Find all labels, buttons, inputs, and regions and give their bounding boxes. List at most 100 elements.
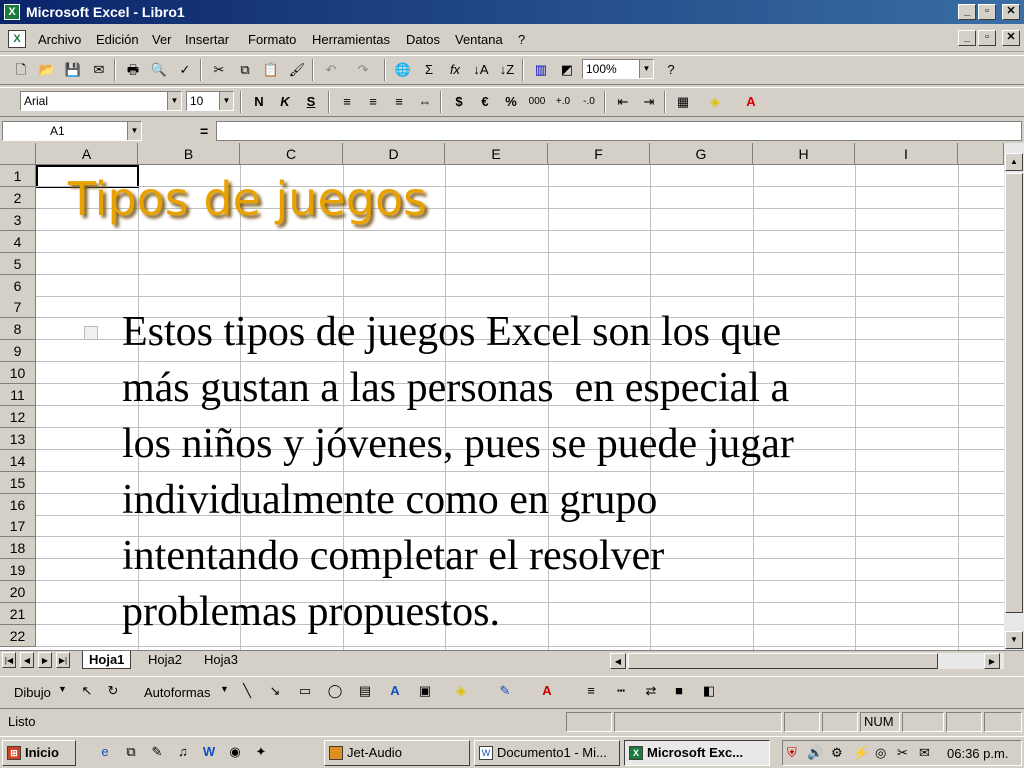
sheet-tab-hoja3[interactable]: Hoja3 (198, 651, 244, 669)
column-header[interactable]: A (36, 143, 138, 165)
paste-icon[interactable]: 📋 (260, 59, 282, 81)
hyperlink-icon[interactable]: 🌐 (392, 59, 414, 81)
row-header[interactable]: 4 (0, 231, 36, 253)
3d-icon[interactable]: ◧ (698, 680, 720, 702)
scroll-right-icon[interactable]: ▶ (984, 653, 1000, 669)
menu-archivo[interactable]: Archivo (38, 32, 81, 47)
menu-formato[interactable]: Formato (248, 32, 296, 47)
clipart-icon[interactable]: ▣ (414, 680, 436, 702)
row-header[interactable]: 13 (0, 428, 36, 450)
doc-minimize-button[interactable]: _ (958, 30, 976, 46)
autosum-icon[interactable]: Σ (418, 59, 440, 81)
chevron-down-icon[interactable]: ▼ (127, 122, 141, 140)
menu-herramientas[interactable]: Herramientas (312, 32, 390, 47)
redo-icon[interactable]: ↷ (352, 59, 374, 81)
row-header[interactable]: 19 (0, 559, 36, 581)
column-header[interactable]: E (445, 143, 548, 165)
workbook-icon[interactable]: X (8, 30, 26, 48)
fill-color-icon[interactable]: ◈ (450, 680, 472, 702)
increase-indent-icon[interactable]: ⇥ (638, 91, 660, 113)
start-button[interactable]: ⊞ Inicio (2, 740, 76, 766)
help-icon[interactable]: ? (660, 59, 682, 81)
open-icon[interactable]: 📂 (36, 59, 58, 81)
select-all-corner[interactable] (0, 143, 36, 165)
line-style-icon[interactable]: ≡ (580, 680, 602, 702)
desktop-icon[interactable]: ✎ (146, 741, 168, 763)
dibujo-menu[interactable]: Dibujo (14, 685, 51, 700)
tray-icon[interactable]: ⚡ (853, 745, 869, 761)
menu-ver[interactable]: Ver (152, 32, 172, 47)
clock[interactable]: 06:36 p.m. (947, 746, 1008, 761)
column-header-partial[interactable] (958, 143, 1004, 165)
row-header[interactable]: 1 (0, 165, 36, 187)
vertical-scrollbar[interactable]: ▲ ▼ (1004, 143, 1024, 650)
row-header[interactable]: 10 (0, 362, 36, 384)
volume-icon[interactable]: 🔊 (807, 745, 823, 761)
menu-insertar[interactable]: Insertar (185, 32, 229, 47)
hscroll-thumb[interactable] (628, 653, 938, 669)
first-sheet-icon[interactable]: |◀ (2, 652, 16, 668)
save-icon[interactable]: 💾 (62, 59, 84, 81)
dash-style-icon[interactable]: ┅ (610, 680, 632, 702)
size-select[interactable]: 10 ▼ (186, 91, 234, 111)
font-select[interactable]: Arial ▼ (20, 91, 182, 111)
horizontal-scrollbar[interactable]: ◀ ▶ (610, 653, 1004, 669)
column-header[interactable]: C (240, 143, 343, 165)
percent-button[interactable]: % (500, 91, 522, 113)
spelling-icon[interactable]: ✓ (174, 59, 196, 81)
row-header[interactable]: 3 (0, 209, 36, 231)
restore-button[interactable]: ▫ (978, 4, 996, 20)
row-header[interactable]: 14 (0, 450, 36, 472)
undo-icon[interactable]: ↶ (320, 59, 342, 81)
next-sheet-icon[interactable]: ▶ (38, 652, 52, 668)
zoom-select[interactable]: 100% ▼ (582, 59, 654, 79)
sort-descending-icon[interactable]: ↓Z (496, 59, 518, 81)
last-sheet-icon[interactable]: ▶| (56, 652, 70, 668)
row-header[interactable]: 7 (0, 296, 36, 318)
sort-ascending-icon[interactable]: ↓A (470, 59, 492, 81)
line-color-icon[interactable]: ✎ (494, 680, 516, 702)
row-header[interactable]: 11 (0, 384, 36, 406)
quicklaunch-icon-3[interactable]: ✦ (250, 741, 272, 763)
close-button[interactable]: ✕ (1002, 4, 1020, 20)
menu-help[interactable]: ? (518, 32, 525, 47)
arrow-icon[interactable]: ↘ (264, 680, 286, 702)
row-header[interactable]: 2 (0, 187, 36, 209)
row-header[interactable]: 9 (0, 340, 36, 362)
doc-restore-button[interactable]: ▫ (978, 30, 996, 46)
name-box[interactable]: A1 ▼ (2, 121, 142, 141)
font-color-icon[interactable]: A (740, 91, 762, 113)
chart-wizard-icon[interactable]: ▥ (530, 59, 552, 81)
italic-button[interactable]: K (274, 91, 296, 113)
merge-center-icon[interactable]: ⇔ (414, 91, 436, 113)
row-header[interactable]: 22 (0, 625, 36, 647)
column-header[interactable]: D (343, 143, 445, 165)
new-icon[interactable]: 🗋 (10, 59, 32, 81)
menu-edicion[interactable]: Edición (96, 32, 139, 47)
scroll-down-icon[interactable]: ▼ (1005, 631, 1023, 649)
underline-button[interactable]: S (300, 91, 322, 113)
rectangle-icon[interactable]: ▭ (294, 680, 316, 702)
select-pointer-icon[interactable]: ↖ (76, 680, 98, 702)
row-header[interactable]: 18 (0, 537, 36, 559)
bold-button[interactable]: N (248, 91, 270, 113)
sheet-tab-hoja1[interactable]: Hoja1 (82, 651, 132, 669)
outlook-icon[interactable]: ⧉ (120, 741, 142, 763)
quicklaunch-icon[interactable]: ♫ (172, 741, 194, 763)
row-header[interactable]: 15 (0, 472, 36, 494)
email-icon[interactable]: ✉ (88, 59, 110, 81)
function-icon[interactable]: fx (444, 59, 466, 81)
row-header[interactable]: 17 (0, 515, 36, 537)
euro-button[interactable]: € (474, 91, 496, 113)
copy-icon[interactable]: ⧉ (234, 59, 256, 81)
line-icon[interactable]: ╲ (236, 680, 258, 702)
align-left-icon[interactable]: ≡ (336, 91, 358, 113)
font-color-icon[interactable]: A (536, 680, 558, 702)
align-right-icon[interactable]: ≡ (388, 91, 410, 113)
wordart-icon[interactable]: A (384, 680, 406, 702)
menu-datos[interactable]: Datos (406, 32, 440, 47)
row-header[interactable]: 12 (0, 406, 36, 428)
column-header[interactable]: H (753, 143, 855, 165)
tray-icon[interactable]: ⚙ (831, 745, 843, 761)
equals-sign[interactable]: = (200, 123, 208, 139)
